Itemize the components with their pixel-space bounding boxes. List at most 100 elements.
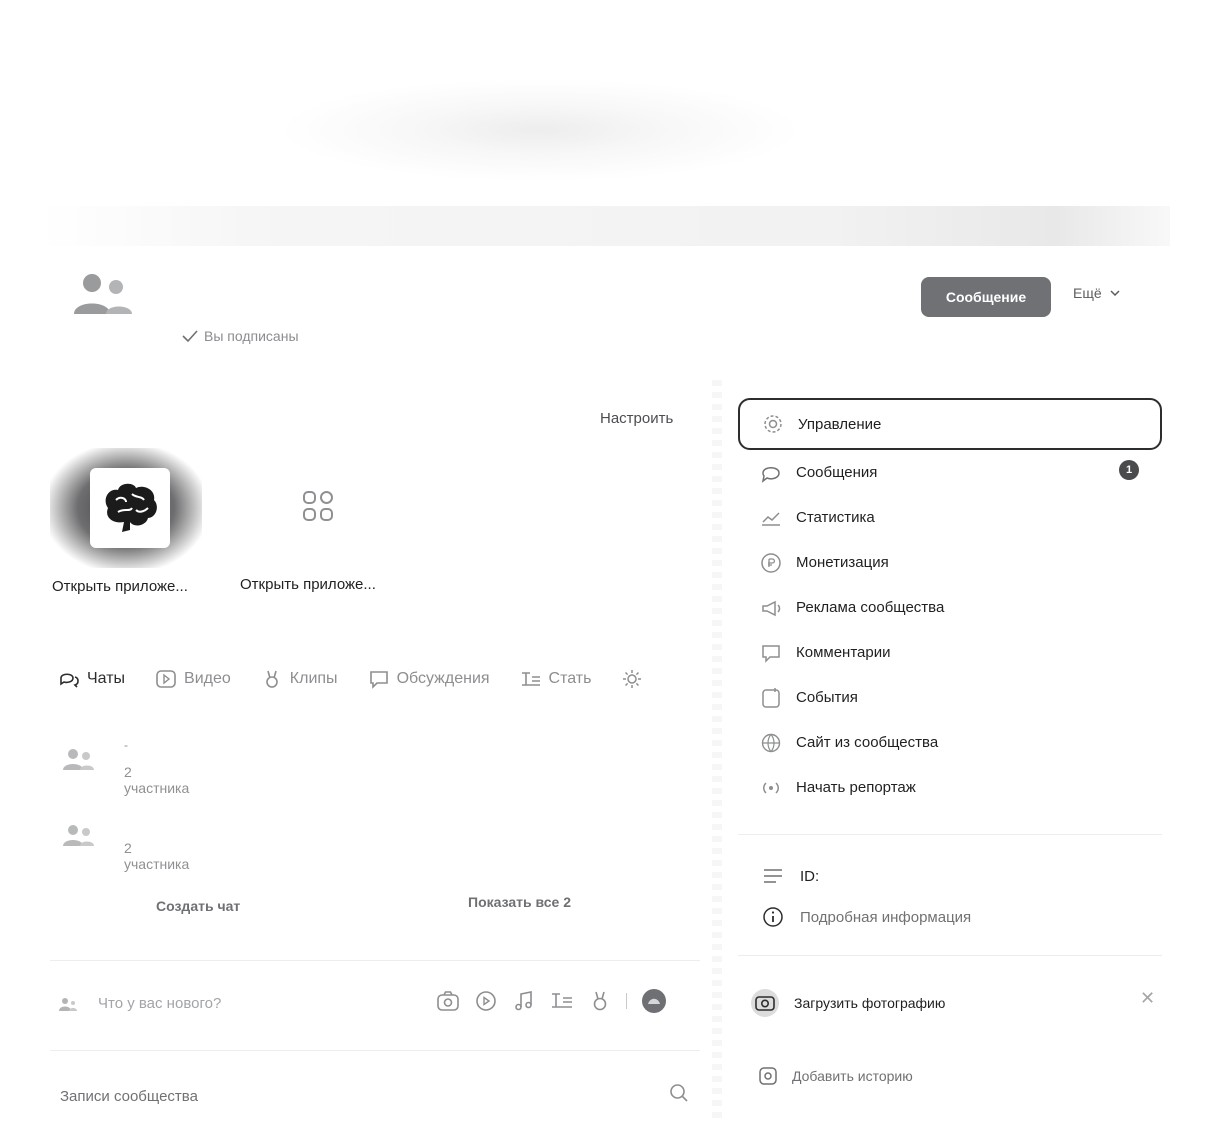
chat-members: 2 участника	[124, 840, 190, 872]
content-tabs: Чаты Видео Клипы Обсуждения Стать	[58, 664, 643, 694]
people-icon	[74, 274, 132, 314]
menu-item-statistics[interactable]: Статистика	[738, 495, 1162, 540]
tab-articles[interactable]: Стать	[520, 669, 592, 689]
community-avatar[interactable]	[70, 270, 134, 316]
video-icon[interactable]	[474, 990, 498, 1012]
customize-link[interactable]: Настроить	[600, 410, 673, 427]
chats-icon	[60, 673, 79, 688]
gear-icon	[764, 415, 782, 433]
info-icon	[763, 907, 783, 927]
megaphone-icon	[762, 600, 781, 616]
tab-video[interactable]: Видео	[155, 669, 231, 689]
music-icon[interactable]	[512, 990, 536, 1012]
message-button[interactable]: Сообщение	[921, 277, 1051, 317]
list-icon	[764, 869, 782, 883]
tab-chats[interactable]: Чаты	[58, 669, 125, 689]
group-avatar-icon	[63, 749, 94, 770]
upload-photo-row[interactable]: Загрузить фотографию	[750, 988, 945, 1018]
chat-title: -	[124, 738, 128, 752]
tools-separator	[626, 993, 627, 1009]
group-avatar-icon	[63, 825, 94, 846]
posts-title: Записи сообщества	[60, 1088, 198, 1105]
tab-settings[interactable]	[621, 668, 643, 690]
video-icon	[156, 670, 176, 688]
menu-item-label: Статистика	[796, 509, 875, 526]
cover-image	[0, 0, 1208, 262]
composer-tools	[436, 988, 667, 1014]
tab-clips-label: Клипы	[289, 670, 338, 687]
chat-item[interactable]: 2 участника	[58, 818, 189, 872]
add-story-row[interactable]: Добавить историю	[758, 1066, 913, 1086]
menu-item-messages[interactable]: Сообщения 1	[738, 450, 1162, 495]
column-divider	[712, 380, 722, 1120]
menu-item-label: События	[796, 689, 858, 706]
coin-icon	[761, 552, 781, 573]
menu-item-broadcast[interactable]: Начать репортаж	[738, 765, 1162, 810]
apps-grid-icon[interactable]	[300, 488, 336, 524]
clips-icon	[265, 670, 278, 688]
post-composer-input[interactable]: Что у вас нового?	[98, 995, 221, 1012]
brain-app-card[interactable]	[90, 468, 170, 548]
menu-item-label: Комментарии	[796, 644, 891, 661]
camera-icon[interactable]	[436, 990, 460, 1012]
menu-item-monetization[interactable]: Монетизация	[738, 540, 1162, 585]
unread-badge: 1	[1119, 460, 1139, 480]
divider	[738, 955, 1162, 956]
story-icon	[759, 1067, 777, 1085]
subscribed-status[interactable]: Вы подписаны	[182, 328, 299, 344]
tab-articles-label: Стать	[548, 670, 592, 687]
discussions-icon	[369, 671, 388, 689]
close-icon[interactable]: ✕	[1140, 988, 1155, 1009]
menu-item-label: Реклама сообщества	[796, 599, 945, 616]
broadcast-icon	[763, 781, 779, 794]
clip-icon[interactable]	[588, 990, 612, 1012]
details-row[interactable]: Подробная информация	[762, 906, 971, 928]
chat-item[interactable]: - 2 участника	[58, 738, 189, 796]
menu-item-label: Сообщения	[796, 464, 878, 481]
menu-item-comments[interactable]: Комментарии	[738, 630, 1162, 675]
menu-item-label: Сайт из сообщества	[796, 734, 939, 751]
menu-item-ads[interactable]: Реклама сообщества	[738, 585, 1162, 630]
article-icon[interactable]	[550, 990, 574, 1012]
community-id-row: ID:	[762, 866, 819, 886]
divider	[50, 960, 700, 961]
message-icon	[761, 466, 780, 483]
gear-icon	[623, 670, 642, 688]
menu-item-management[interactable]: Управление	[738, 398, 1162, 450]
divider	[50, 1050, 700, 1051]
app-label-2[interactable]: Открыть приложе...	[240, 576, 376, 593]
app-label-1[interactable]: Открыть приложе...	[52, 578, 188, 595]
add-story-label: Добавить историю	[792, 1068, 913, 1084]
community-menu: Управление Сообщения 1 Статистика Монети…	[738, 398, 1162, 810]
more-button[interactable]: Ещё	[1073, 285, 1120, 301]
menu-item-events[interactable]: События	[738, 675, 1162, 720]
comment-icon	[762, 644, 780, 663]
articles-icon	[521, 672, 540, 686]
menu-item-label: Начать репортаж	[796, 779, 916, 796]
chevron-down-icon	[1110, 290, 1120, 296]
search-icon[interactable]	[668, 1082, 690, 1104]
more-label: Ещё	[1073, 285, 1102, 301]
tab-discussions-label: Обсуждения	[396, 670, 490, 687]
cover-band	[40, 206, 1170, 246]
calendar-icon	[762, 687, 780, 708]
camera-icon	[751, 989, 779, 1017]
subscribed-label: Вы подписаны	[204, 328, 299, 344]
tab-clips[interactable]: Клипы	[261, 669, 338, 689]
tab-video-label: Видео	[184, 670, 231, 687]
composer-avatar-icon	[59, 998, 77, 1011]
divider	[738, 834, 1162, 835]
menu-item-website[interactable]: Сайт из сообщества	[738, 720, 1162, 765]
tab-chats-label: Чаты	[87, 670, 126, 687]
menu-item-label: Управление	[798, 415, 882, 433]
upload-photo-label: Загрузить фотографию	[794, 995, 946, 1011]
check-icon	[182, 330, 198, 342]
id-label: ID:	[800, 867, 820, 885]
author-avatar-icon[interactable]	[641, 988, 667, 1014]
chart-icon	[762, 511, 780, 526]
menu-item-label: Монетизация	[796, 554, 889, 571]
create-chat-button[interactable]: Создать чат	[156, 898, 240, 914]
show-all-chats-button[interactable]: Показать все 2	[468, 894, 571, 910]
brain-icon	[105, 483, 157, 532]
tab-discussions[interactable]: Обсуждения	[368, 669, 490, 689]
